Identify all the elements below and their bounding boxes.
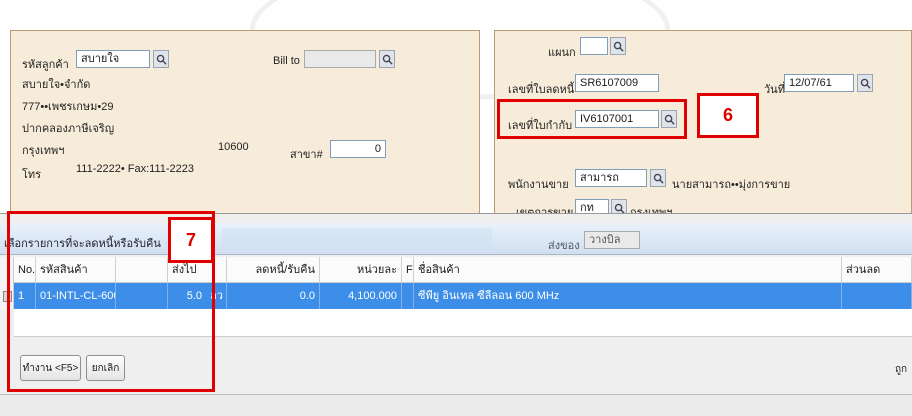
customer-address-line2: ปากคลองภาษีเจริญ (22, 123, 115, 135)
phone-label: โทร (22, 169, 42, 181)
customer-code-label: รหัสลูกค้า (22, 59, 69, 71)
row-unit-price: 4,100.000 (320, 283, 402, 309)
branch-label: สาขา# (290, 149, 323, 161)
date-picker-button[interactable] (857, 74, 873, 92)
department-lookup-button[interactable] (610, 37, 626, 55)
extra-input[interactable]: วางบิล (584, 231, 640, 249)
customer-lookup-button[interactable] (153, 50, 169, 68)
extra-label: ส่งของ (548, 240, 580, 252)
bill-to-label: Bill to (273, 55, 300, 67)
customer-code-input[interactable]: สบายใจ (76, 50, 150, 68)
row-flag (402, 283, 414, 309)
reduce-no-label: เลขที่ใบลดหนี้ (508, 84, 575, 96)
col-product-name[interactable]: ชื่อสินค้า (414, 257, 842, 283)
right-summary-text: ถูก (895, 364, 908, 375)
date-label: วันที่ (764, 84, 785, 96)
date-input[interactable]: 12/07/61 (784, 74, 854, 92)
search-icon (156, 54, 167, 65)
department-input[interactable] (580, 37, 608, 55)
customer-postcode: 10600 (218, 141, 249, 153)
search-icon (653, 173, 664, 184)
callout-6-box (497, 99, 687, 139)
reduce-no-input[interactable]: SR6107009 (575, 74, 659, 92)
search-icon (860, 78, 871, 89)
search-icon (382, 54, 393, 65)
phone-value: 111-2222• Fax:111-2223 (76, 163, 195, 175)
customer-province: กรุงเทพฯ (22, 145, 65, 157)
col-discount[interactable]: ส่วนลด (842, 257, 912, 283)
row-product-name: ซีพียู อินเทล ซีลีลอน 600 MHz (414, 283, 842, 309)
row-discount (842, 283, 912, 309)
row-reduce: 0.0 (227, 283, 320, 309)
branch-input[interactable]: 0 (330, 140, 386, 158)
search-icon (613, 41, 624, 52)
search-icon (614, 203, 625, 214)
callout-6-badge: 6 (697, 93, 759, 138)
col-unit-price[interactable]: หน่วยละ (320, 257, 402, 283)
bill-to-input[interactable] (304, 50, 376, 68)
salesman-label: พนักงานขาย (508, 179, 569, 191)
callout-7-badge: 7 (168, 217, 214, 263)
salesman-input[interactable]: สามารถ (575, 169, 647, 187)
salesman-lookup-button[interactable] (650, 169, 666, 187)
customer-address-line1: 777••เพชรเกษม•29 (22, 101, 114, 113)
bottom-frame (0, 394, 912, 416)
col-reduce[interactable]: ลดหนี้/รับคืน (227, 257, 320, 283)
title-accent-strip (222, 228, 492, 250)
customer-name: สบายใจ•จำกัด (22, 79, 91, 91)
col-flag[interactable]: F (402, 257, 414, 283)
bill-to-lookup-button[interactable] (379, 50, 395, 68)
salesman-name: นายสามารถ••มุ่งการขาย (672, 179, 791, 191)
department-label: แผนก (548, 47, 576, 59)
